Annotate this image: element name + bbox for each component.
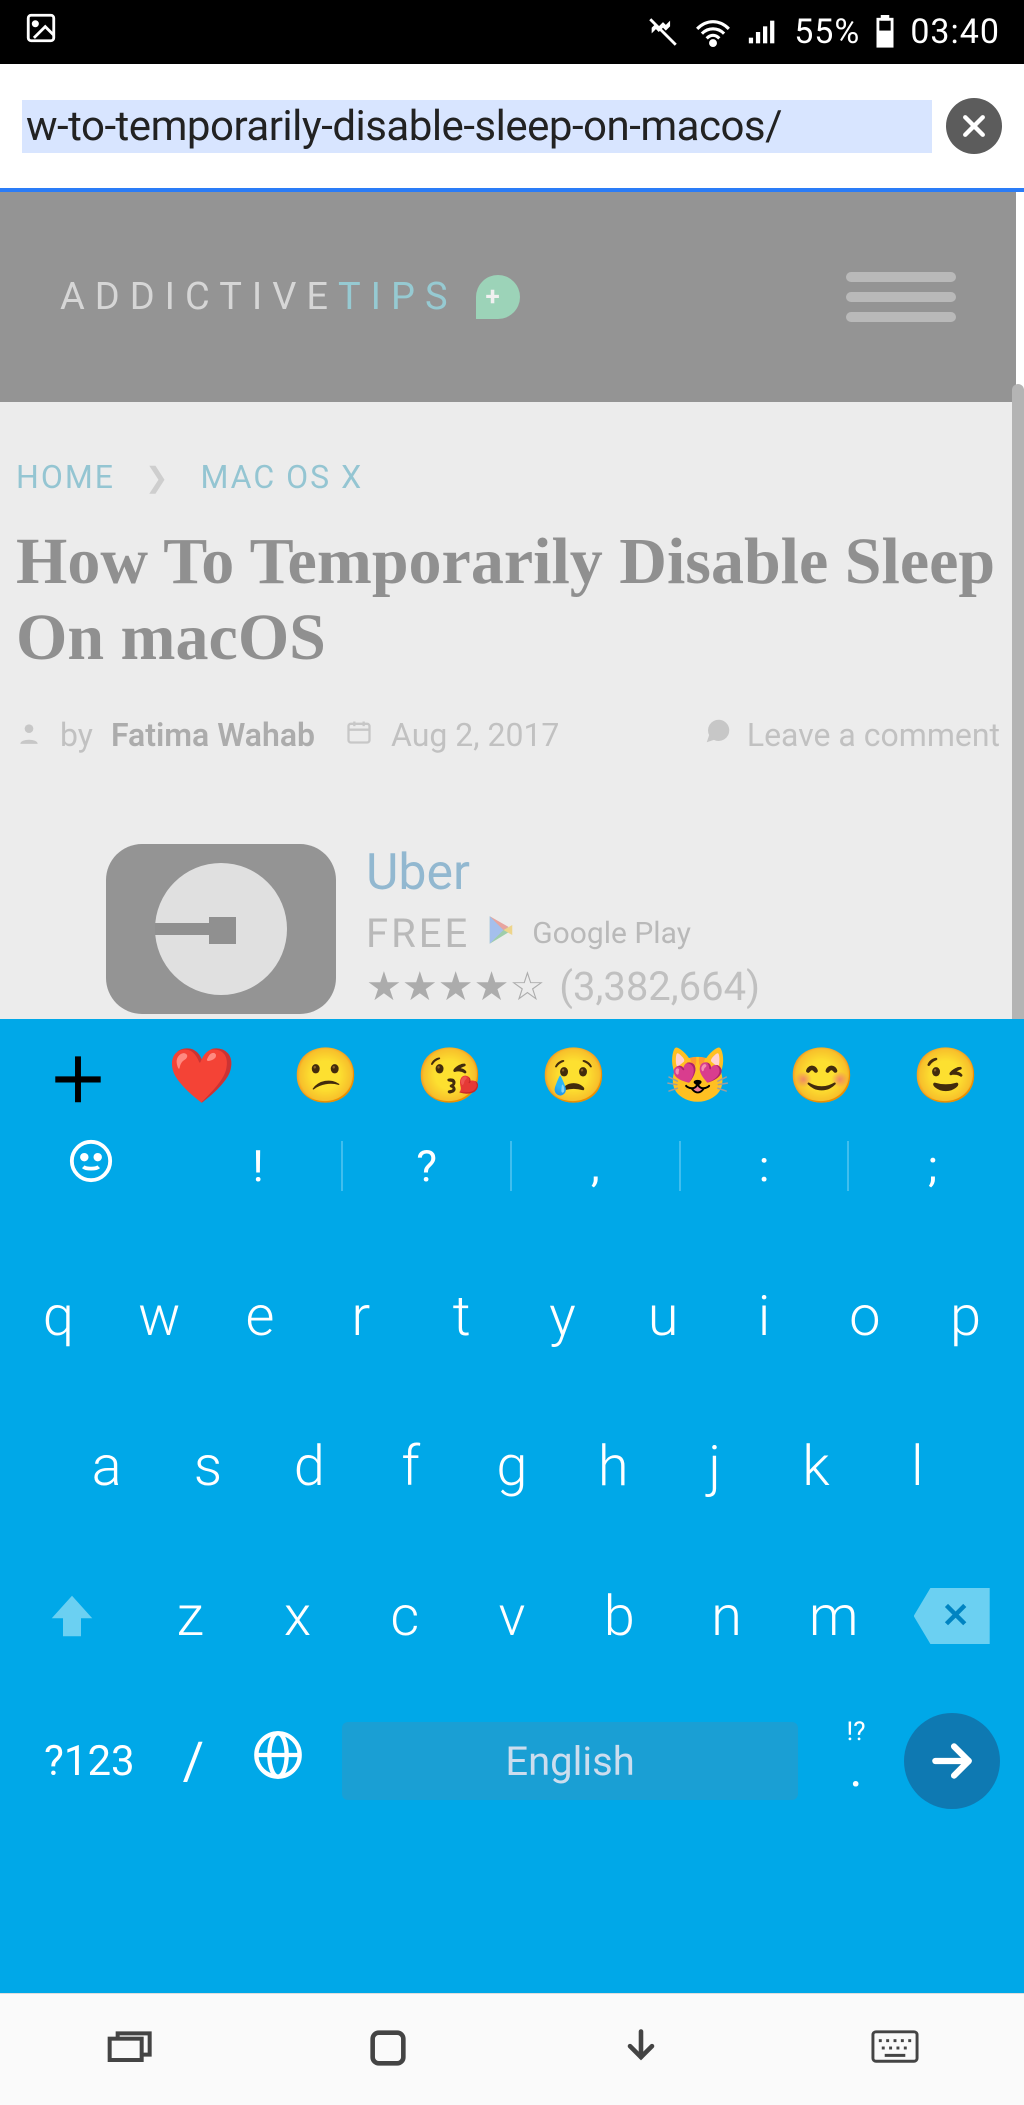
logo-text-2: TIPS [338,275,458,319]
logo-text-1: ADDICTIVE [60,275,338,319]
key-d[interactable]: d [259,1433,360,1499]
person-icon [16,716,42,754]
hide-keyboard-button[interactable] [619,2024,663,2076]
mode-switch-key[interactable]: ?123 [24,1737,155,1786]
vibrate-icon [646,15,680,49]
spacebar[interactable]: English [342,1722,798,1800]
author-name[interactable]: Fatima Wahab [111,716,315,754]
store-name: Google Play [532,916,691,951]
breadcrumb-category[interactable]: MAC OS X [200,458,363,496]
key-b[interactable]: b [566,1583,673,1649]
emoji-smile[interactable]: 😊 [760,1045,884,1108]
key-question[interactable]: ? [343,1140,510,1192]
emoji-wink[interactable]: 😉 [884,1045,1008,1108]
clock: 03:40 [910,12,1000,52]
key-l[interactable]: l [867,1433,968,1499]
battery-percent: 55% [794,12,860,52]
site-logo[interactable]: ADDICTIVETIPS + [60,275,520,319]
recents-button[interactable] [104,2028,158,2072]
calendar-icon [345,716,373,754]
key-x[interactable]: x [244,1583,351,1649]
key-i[interactable]: i [714,1283,815,1349]
wifi-icon [694,15,732,49]
logo-badge-icon: + [476,275,520,319]
emoji-picker-button[interactable] [8,1138,175,1195]
app-ad[interactable]: Uber FREE Google Play ★★★★☆ (3,382,664) [16,844,1000,1014]
gallery-icon [24,11,58,54]
key-z[interactable]: z [137,1583,244,1649]
key-j[interactable]: j [664,1433,765,1499]
backspace-key[interactable]: ✕ [887,1588,1016,1644]
rating-count: (3,382,664) [559,963,760,1010]
key-g[interactable]: g [461,1433,562,1499]
emoji-cry[interactable]: 😢 [512,1045,636,1108]
by-label: by [60,716,93,754]
app-name[interactable]: Uber [366,844,760,902]
enter-key[interactable] [904,1713,1000,1809]
emoji-confused[interactable]: 😕 [264,1045,388,1108]
key-r[interactable]: r [310,1283,411,1349]
chevron-right-icon: ❯ [145,461,170,494]
soft-keyboard: ＋ ❤️ 😕 😘 😢 😻 😊 😉 ! ? , : ; q w e r t y u… [0,1019,1024,1993]
key-n[interactable]: n [673,1583,780,1649]
breadcrumb: HOME ❯ MAC OS X [16,458,1000,496]
key-f[interactable]: f [360,1433,461,1499]
key-a[interactable]: a [56,1433,157,1499]
url-input[interactable]: w-to-temporarily-disable-sleep-on-macos/ [22,100,932,153]
key-colon[interactable]: : [681,1140,848,1192]
symbols-key[interactable]: !? . [816,1723,896,1799]
shift-key[interactable] [8,1589,137,1643]
article-meta: by Fatima Wahab Aug 2, 2017 Leave a comm… [16,716,1000,754]
app-price: FREE [366,910,470,957]
keyboard-switch-button[interactable] [870,2028,920,2072]
slash-key[interactable]: / [163,1731,224,1792]
article-date: Aug 2, 2017 [391,716,559,754]
clear-url-button[interactable] [946,98,1002,154]
emoji-heart[interactable]: ❤️ [140,1045,264,1108]
home-button[interactable] [365,2025,411,2075]
add-emoji-button[interactable]: ＋ [16,1033,140,1120]
key-o[interactable]: o [814,1283,915,1349]
key-v[interactable]: v [458,1583,565,1649]
key-semicolon[interactable]: ; [849,1140,1016,1192]
key-c[interactable]: c [351,1583,458,1649]
key-h[interactable]: h [563,1433,664,1499]
app-icon [106,844,336,1014]
key-t[interactable]: t [411,1283,512,1349]
menu-button[interactable] [846,272,956,322]
key-comma[interactable]: , [512,1140,679,1192]
language-key[interactable] [232,1729,324,1793]
key-p[interactable]: p [915,1283,1016,1349]
emoji-hearteyes-cat[interactable]: 😻 [636,1045,760,1108]
battery-icon [874,15,896,49]
site-header: ADDICTIVETIPS + [0,192,1016,402]
key-w[interactable]: w [109,1283,210,1349]
comment-icon [703,716,733,754]
key-s[interactable]: s [157,1433,258,1499]
key-y[interactable]: y [512,1283,613,1349]
signal-icon [746,17,780,47]
key-k[interactable]: k [765,1433,866,1499]
system-navbar [0,1993,1024,2105]
key-exclaim[interactable]: ! [175,1140,342,1192]
breadcrumb-home[interactable]: HOME [16,458,115,496]
play-store-icon [486,910,516,957]
key-e[interactable]: e [210,1283,311,1349]
webpage-content: ADDICTIVETIPS + HOME ❯ MAC OS X How To T… [0,192,1024,1054]
key-q[interactable]: q [8,1283,109,1349]
article-title: How To Temporarily Disable Sleep On macO… [16,524,1000,676]
star-rating: ★★★★☆ [366,963,545,1010]
leave-comment-link[interactable]: Leave a comment [747,716,1000,754]
key-m[interactable]: m [780,1583,887,1649]
url-bar[interactable]: w-to-temporarily-disable-sleep-on-macos/ [0,64,1024,192]
key-u[interactable]: u [613,1283,714,1349]
status-bar: 55% 03:40 [0,0,1024,64]
emoji-kiss[interactable]: 😘 [388,1045,512,1108]
scrollbar[interactable] [1012,384,1024,1084]
